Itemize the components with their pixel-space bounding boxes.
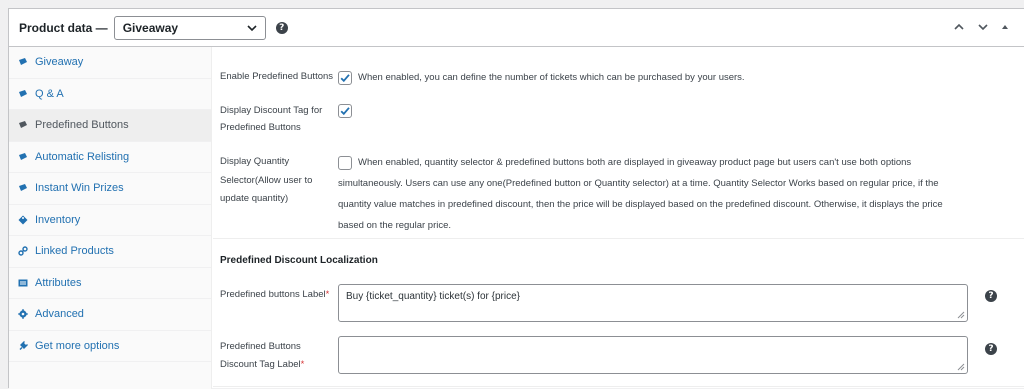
ticket-icon xyxy=(18,152,28,162)
link-icon xyxy=(18,246,28,256)
discount-tag-field-label-text: Discount Tag Label xyxy=(220,359,301,370)
tab-linked-products[interactable]: Linked Products xyxy=(9,236,211,268)
discount-tag-label-textarea[interactable] xyxy=(338,336,968,374)
quantity-selector-desc-line3: quantity value matches in predefined dis… xyxy=(338,199,943,210)
question-circle-icon[interactable]: ? xyxy=(985,343,997,355)
gear-icon xyxy=(18,309,28,319)
tab-label: Giveaway xyxy=(35,56,84,69)
product-data-title: Product data — xyxy=(19,20,108,35)
tab-label: Instant Win Prizes xyxy=(35,182,124,195)
resize-grip-icon[interactable] xyxy=(957,311,965,319)
tab-attributes[interactable]: Attributes xyxy=(9,268,211,299)
tab-label: Attributes xyxy=(35,276,82,289)
question-circle-icon[interactable]: ? xyxy=(985,290,997,302)
required-mark: * xyxy=(325,289,330,300)
tab-predefined-buttons[interactable]: Predefined Buttons xyxy=(9,110,211,142)
tab-advanced[interactable]: Advanced xyxy=(9,299,211,331)
quantity-selector-label-line3: update quantity) xyxy=(220,193,289,204)
discount-tag-label-line2: Predefined Buttons xyxy=(220,122,301,133)
quantity-selector-label-line1: Display Quantity xyxy=(220,156,290,167)
checkmark-icon xyxy=(340,74,350,83)
tab-automatic-relisting[interactable]: Automatic Relisting xyxy=(9,142,211,173)
required-mark: * xyxy=(300,359,305,370)
list-icon xyxy=(18,278,28,288)
predefined-buttons-panel: Enable Predefined Buttons When enabled, … xyxy=(213,47,1024,389)
chevron-up-icon[interactable] xyxy=(952,20,966,34)
section-divider xyxy=(213,238,1024,239)
tab-giveaway[interactable]: Giveaway xyxy=(9,47,211,79)
tab-instant-win-prizes[interactable]: Instant Win Prizes xyxy=(9,173,211,205)
discount-tag-field-label-line2: Discount Tag Label* xyxy=(220,355,332,375)
discount-tag-checkbox[interactable] xyxy=(338,104,352,118)
tab-label: Automatic Relisting xyxy=(35,150,130,163)
chevron-down-icon[interactable] xyxy=(976,20,990,34)
discount-tag-field-label-line1: Predefined Buttons xyxy=(220,341,301,352)
panel-controls xyxy=(952,20,1010,34)
tab-inventory[interactable]: Inventory xyxy=(9,205,211,236)
tab-label: Advanced xyxy=(35,308,84,321)
product-data-tabs: Giveaway Q & A Predefined Buttons Automa… xyxy=(9,47,212,389)
quantity-selector-checkbox[interactable] xyxy=(338,156,352,170)
tab-label: Predefined Buttons xyxy=(35,119,129,132)
buttons-label-value: Buy {ticket_quantity} ticket(s) for {pri… xyxy=(346,291,520,302)
buttons-label-field-label: Predefined buttons Label* xyxy=(220,285,340,305)
product-data-header: Product data — Giveaway ? xyxy=(9,9,1024,47)
caret-up-icon[interactable] xyxy=(1000,22,1010,32)
tab-label: Inventory xyxy=(35,213,81,226)
quantity-selector-desc-line4: based on the regular price. xyxy=(338,220,452,231)
chevron-down-icon xyxy=(247,24,257,31)
plugin-icon xyxy=(18,340,28,351)
quantity-selector-label-line2: Selector(Allow user to xyxy=(220,175,313,186)
quantity-selector-desc-line1: When enabled, quantity selector & predef… xyxy=(358,157,912,168)
question-circle-icon[interactable]: ? xyxy=(275,21,288,34)
enable-predefined-label: Enable Predefined Buttons xyxy=(220,71,334,82)
buttons-label-text: Predefined buttons Label xyxy=(220,289,326,300)
enable-predefined-checkbox[interactable] xyxy=(338,71,352,85)
product-type-select[interactable]: Giveaway xyxy=(113,15,266,40)
ticket-icon xyxy=(18,183,28,193)
tab-get-more-options[interactable]: Get more options xyxy=(9,331,211,362)
tab-label: Get more options xyxy=(35,339,120,352)
tab-q-and-a[interactable]: Q & A xyxy=(9,79,211,110)
section-divider xyxy=(213,386,1024,387)
ticket-icon xyxy=(18,89,28,99)
enable-predefined-description: When enabled, you can define the number … xyxy=(358,72,745,83)
quantity-selector-desc-line2: simultaneously. Users can use any one(Pr… xyxy=(338,178,939,189)
product-data-panel: Product data — Giveaway ? Giveaway Q & A… xyxy=(8,8,1024,389)
buttons-label-textarea[interactable]: Buy {ticket_quantity} ticket(s) for {pri… xyxy=(338,284,968,322)
ticket-icon xyxy=(18,57,28,67)
product-type-value: Giveaway xyxy=(122,20,179,35)
resize-grip-icon[interactable] xyxy=(957,363,965,371)
tab-label: Q & A xyxy=(35,87,64,100)
tab-label: Linked Products xyxy=(35,245,114,258)
checkmark-icon xyxy=(340,107,350,116)
ticket-icon xyxy=(18,120,28,130)
localization-section-title: Predefined Discount Localization xyxy=(220,255,378,266)
tag-icon xyxy=(18,215,28,225)
